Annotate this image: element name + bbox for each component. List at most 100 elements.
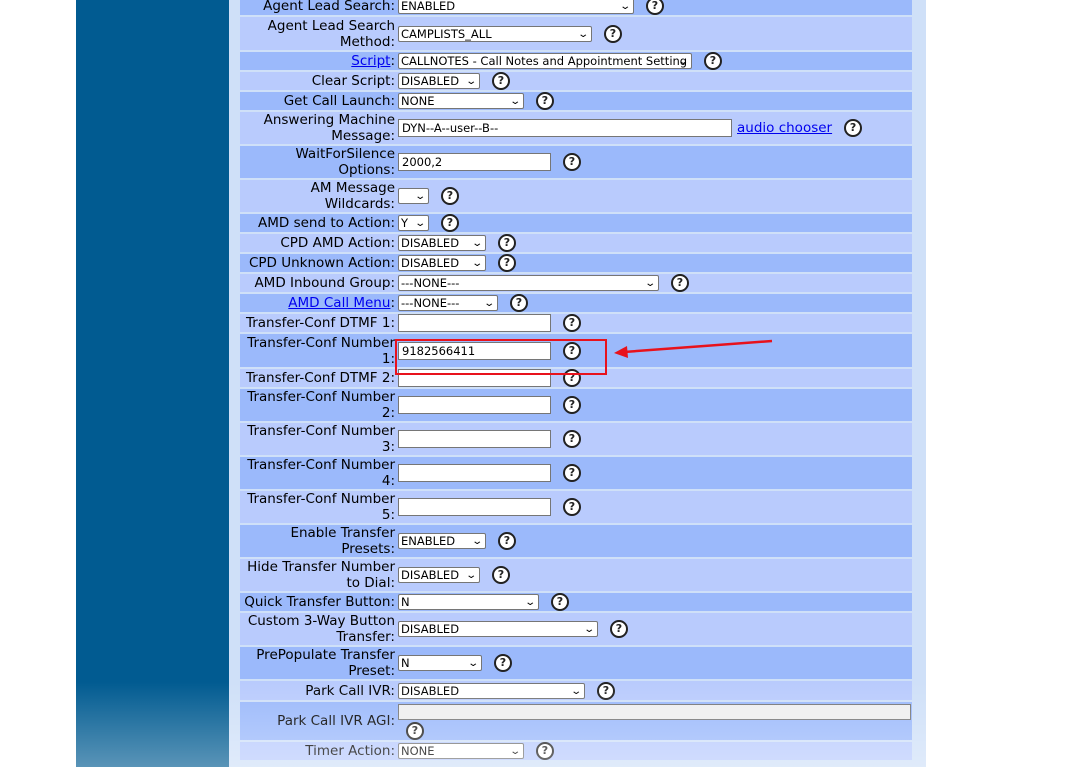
row-get-call-launch: Get Call Launch: NONE ⌄ ? — [240, 92, 912, 112]
amd-inbound-group-select[interactable]: ---NONE--- ⌄ — [398, 275, 659, 291]
row-agent-lead-search-method: Agent Lead Search Method: CAMPLISTS_ALL ⌄… — [240, 17, 912, 52]
clear-script-select[interactable]: DISABLED ⌄ — [398, 73, 480, 89]
help-icon[interactable]: ? — [671, 274, 689, 292]
chevron-down-icon: ⌄ — [569, 685, 582, 697]
help-icon[interactable]: ? — [494, 654, 512, 672]
amd-call-menu-select[interactable]: ---NONE--- ⌄ — [398, 295, 498, 311]
row-script: Script: CALLNOTES - Call Notes and Appoi… — [240, 52, 912, 72]
transfer-conf-number-5-input[interactable] — [398, 498, 551, 516]
custom-3way-button-select[interactable]: DISABLED ⌄ — [398, 621, 598, 637]
left-sidebar — [76, 0, 229, 767]
help-icon[interactable]: ? — [536, 92, 554, 110]
answering-machine-message-input[interactable]: DYN--A--user--B-- — [398, 119, 732, 137]
help-icon[interactable]: ? — [441, 187, 459, 205]
help-icon[interactable]: ? — [498, 254, 516, 272]
park-call-ivr-agi-textarea[interactable] — [398, 704, 911, 720]
am-message-wildcards-select[interactable]: ⌄ — [398, 188, 429, 204]
chevron-down-icon: ⌄ — [643, 278, 656, 289]
help-icon[interactable]: ? — [563, 314, 581, 332]
help-icon[interactable]: ? — [563, 498, 581, 516]
agent-lead-search-method-select[interactable]: CAMPLISTS_ALL ⌄ — [398, 25, 592, 42]
chevron-down-icon: ⌄ — [470, 536, 483, 547]
help-icon[interactable]: ? — [563, 396, 581, 414]
help-icon[interactable]: ? — [406, 722, 424, 740]
transfer-conf-number-2-input[interactable] — [398, 396, 551, 414]
script-link[interactable]: Script — [351, 53, 390, 69]
row-transfer-conf-number-5: Transfer-Conf Number 5: ? — [240, 491, 912, 525]
row-answering-machine-message: Answering Machine Message: DYN--A--user-… — [240, 112, 912, 146]
chevron-down-icon: ⌄ — [413, 218, 426, 229]
help-icon[interactable]: ? — [492, 72, 510, 90]
get-call-launch-select[interactable]: NONE ⌄ — [398, 93, 524, 109]
hide-transfer-number-select[interactable]: DISABLED ⌄ — [398, 567, 480, 583]
chevron-down-icon: ⌄ — [413, 191, 426, 202]
help-icon[interactable]: ? — [441, 214, 459, 232]
row-transfer-conf-dtmf-1: Transfer-Conf DTMF 1: ? — [240, 314, 912, 334]
transfer-conf-number-3-input[interactable] — [398, 430, 551, 448]
row-clear-script: Clear Script: DISABLED ⌄ ? — [240, 72, 912, 92]
annotation-arrow-icon — [614, 339, 773, 358]
wait-for-silence-input[interactable]: 2000,2 — [398, 153, 551, 171]
transfer-conf-number-3-label: Transfer-Conf Number 3: — [247, 423, 395, 455]
cpd-amd-action-label: CPD AMD Action: — [280, 235, 395, 251]
row-timer-action: Timer Action: NONE ⌄ ? — [240, 742, 912, 762]
park-call-ivr-select[interactable]: DISABLED ⌄ — [398, 682, 585, 699]
row-am-message-wildcards: AM Message Wildcards: ⌄ ? — [240, 180, 912, 214]
help-icon[interactable]: ? — [563, 430, 581, 448]
cpd-unknown-action-label: CPD Unknown Action: — [248, 255, 395, 271]
help-icon[interactable]: ? — [844, 119, 863, 137]
row-transfer-conf-number-4: Transfer-Conf Number 4: ? — [240, 457, 912, 491]
highlight-box — [395, 339, 607, 375]
transfer-conf-dtmf-1-input[interactable] — [398, 314, 551, 332]
audio-chooser-link[interactable]: audio chooser — [737, 120, 832, 136]
row-cpd-unknown-action: CPD Unknown Action: DISABLED ⌄ ? — [240, 254, 912, 274]
row-custom-3way-button: Custom 3-Way Button Transfer: DISABLED ⌄ … — [240, 613, 912, 647]
clear-script-label: Clear Script: — [311, 73, 395, 89]
row-enable-transfer-presets: Enable Transfer Presets: ENABLED ⌄ ? — [240, 525, 912, 559]
help-icon[interactable]: ? — [492, 566, 510, 584]
amd-send-to-action-select[interactable]: Y ⌄ — [398, 215, 429, 231]
agent-lead-search-select[interactable]: ENABLED ⌄ — [398, 0, 634, 14]
cpd-unknown-action-select[interactable]: DISABLED ⌄ — [398, 255, 486, 271]
enable-transfer-presets-select[interactable]: ENABLED ⌄ — [398, 533, 486, 549]
help-icon[interactable]: ? — [610, 620, 628, 638]
chevron-down-icon: ⌄ — [466, 658, 479, 669]
help-icon[interactable]: ? — [510, 294, 528, 312]
row-agent-lead-search: Agent Lead Search: ENABLED ⌄ ? — [240, 0, 912, 17]
row-cpd-amd-action: CPD AMD Action: DISABLED ⌄ ? — [240, 234, 912, 254]
help-icon[interactable]: ? — [646, 0, 664, 15]
help-icon[interactable]: ? — [551, 593, 569, 611]
transfer-conf-number-5-label: Transfer-Conf Number 5: — [247, 491, 395, 523]
chevron-down-icon: ⌄ — [470, 238, 483, 249]
chevron-down-icon: ⌄ — [470, 258, 483, 269]
script-select[interactable]: CALLNOTES - Call Notes and Appointment S… — [398, 53, 692, 69]
row-park-call-ivr: Park Call IVR: DISABLED ⌄ ? — [240, 681, 912, 702]
quick-transfer-button-select[interactable]: N ⌄ — [398, 594, 539, 610]
help-icon[interactable]: ? — [536, 742, 554, 760]
agent-lead-search-label: Agent Lead Search: — [263, 0, 395, 14]
row-wait-for-silence: WaitForSilence Options: 2000,2 ? — [240, 146, 912, 180]
help-icon[interactable]: ? — [498, 234, 516, 252]
transfer-conf-number-1-label: Transfer-Conf Number 1: — [247, 334, 395, 367]
amd-call-menu-label: AMD Call Menu: — [288, 295, 395, 311]
chevron-down-icon: ⌄ — [523, 597, 536, 608]
help-icon[interactable]: ? — [563, 153, 581, 171]
row-quick-transfer-button: Quick Transfer Button: N ⌄ ? — [240, 593, 912, 613]
timer-action-select[interactable]: NONE ⌄ — [398, 743, 524, 759]
amd-call-menu-link[interactable]: AMD Call Menu — [288, 295, 390, 311]
cpd-amd-action-select[interactable]: DISABLED ⌄ — [398, 235, 486, 251]
help-icon[interactable]: ? — [604, 24, 622, 43]
hide-transfer-number-label: Hide Transfer Number to Dial: — [247, 559, 395, 591]
transfer-conf-number-4-input[interactable] — [398, 464, 551, 482]
help-icon[interactable]: ? — [704, 52, 722, 70]
chevron-down-icon: ⌄ — [618, 1, 631, 12]
help-icon[interactable]: ? — [597, 681, 615, 700]
custom-3way-button-label: Custom 3-Way Button Transfer: — [247, 613, 395, 645]
amd-inbound-group-label: AMD Inbound Group: — [254, 275, 395, 291]
script-label: Script: — [351, 53, 395, 69]
prepopulate-transfer-preset-select[interactable]: N ⌄ — [398, 655, 482, 671]
get-call-launch-label: Get Call Launch: — [283, 93, 395, 109]
enable-transfer-presets-label: Enable Transfer Presets: — [290, 525, 395, 557]
help-icon[interactable]: ? — [498, 532, 516, 550]
help-icon[interactable]: ? — [563, 464, 581, 482]
